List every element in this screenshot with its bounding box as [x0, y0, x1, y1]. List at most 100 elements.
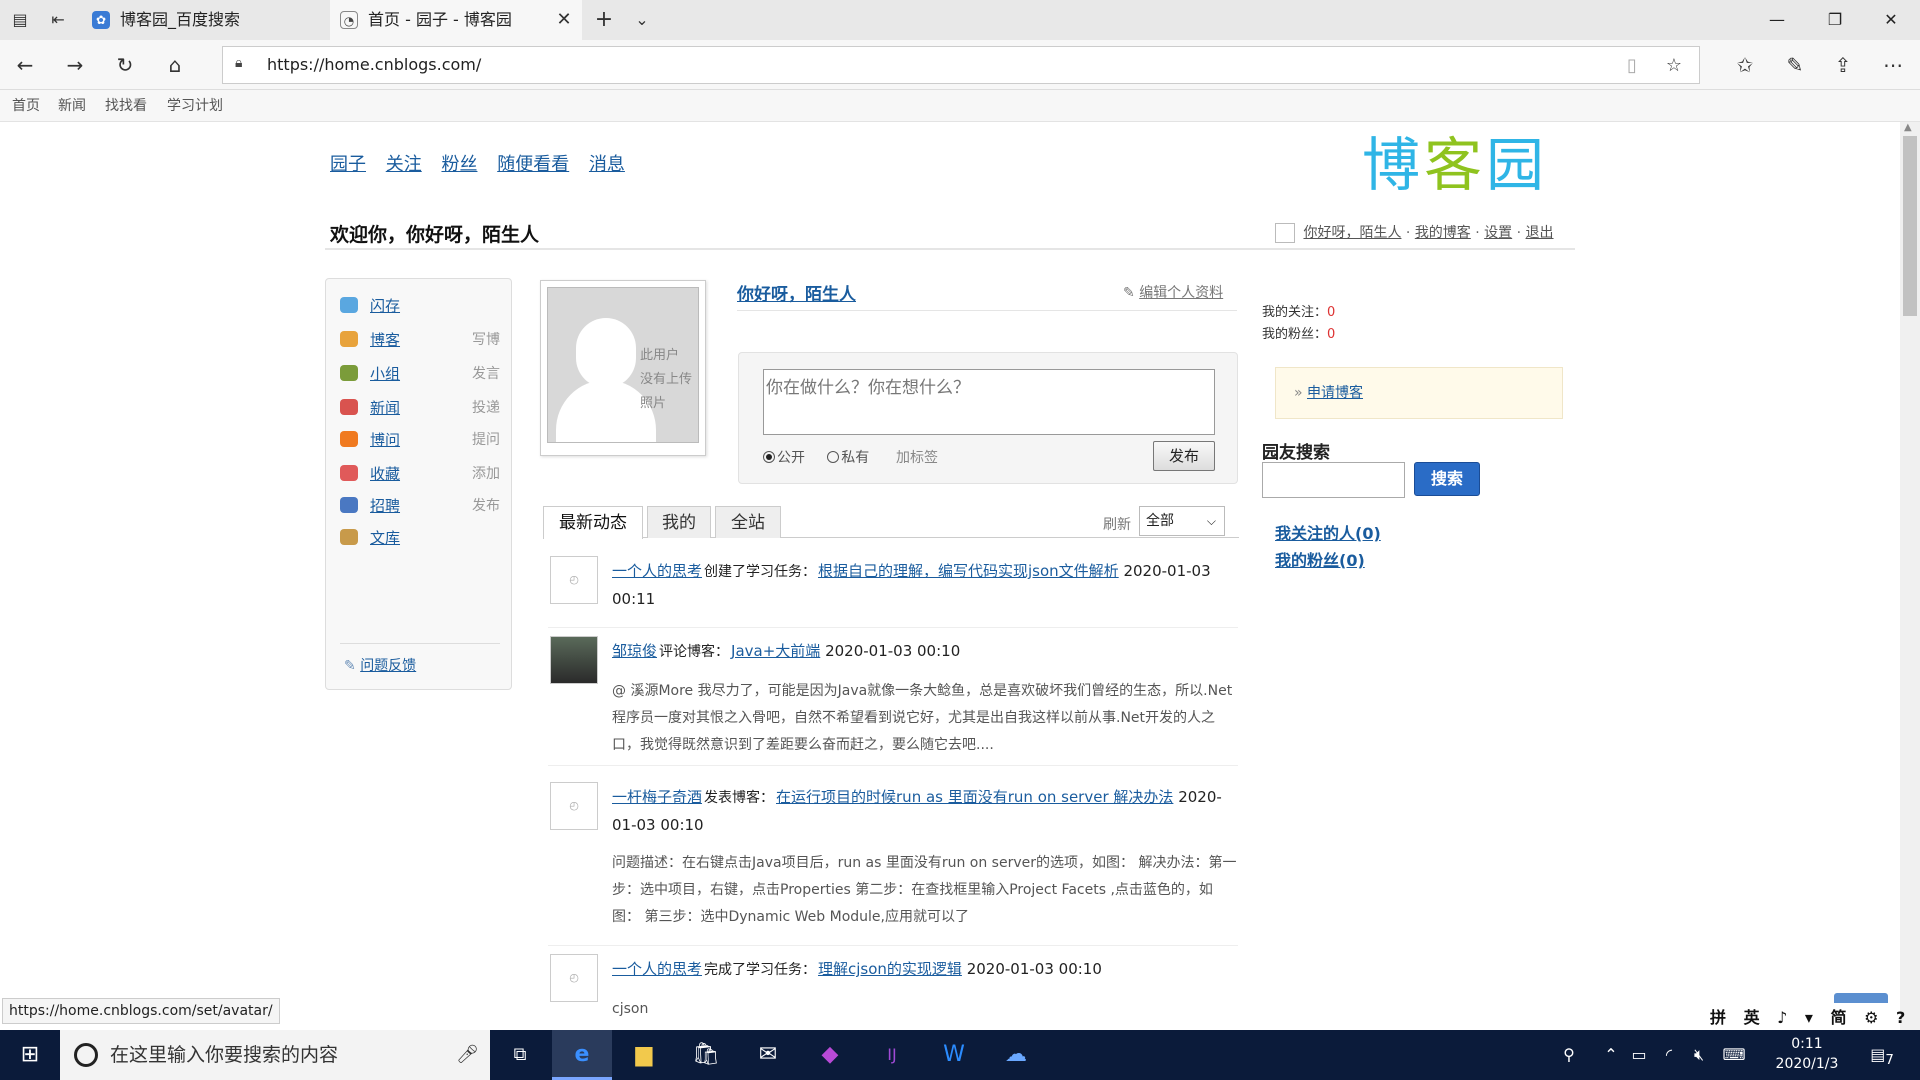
- favorites-hub-icon[interactable]: ✩: [1730, 50, 1760, 80]
- feed-target-link[interactable]: 在运行项目的时候run as 里面没有run on server 解决办法: [776, 788, 1173, 806]
- left-menu-action[interactable]: 添加: [472, 463, 500, 483]
- scrollbar-thumb[interactable]: [1903, 136, 1917, 316]
- avatar[interactable]: 此用户 没有上传 照片: [540, 280, 706, 456]
- set-aside-tabs-icon[interactable]: ⇤: [46, 8, 70, 32]
- new-tab-icon[interactable]: +: [592, 8, 616, 32]
- feed-user-link[interactable]: 一杆梅子奇酒: [612, 788, 702, 806]
- feed-target-link[interactable]: 理解cjson的实现逻辑: [818, 960, 962, 978]
- user-name-link[interactable]: 你好呀，陌生人: [1303, 225, 1401, 241]
- mail-icon[interactable]: ✉: [738, 1030, 798, 1080]
- show-hidden-icons-icon[interactable]: ⌃: [1600, 1030, 1622, 1080]
- nav-garden[interactable]: 园子: [330, 154, 366, 175]
- refresh-icon[interactable]: ↻: [110, 50, 140, 80]
- forward-arrow-icon[interactable]: →: [60, 50, 90, 80]
- address-bar[interactable]: 🔒︎ https://home.cnblogs.com/ ▯ ☆: [222, 46, 1700, 84]
- edit-profile-link[interactable]: 编辑个人资料: [1139, 285, 1223, 301]
- private-radio[interactable]: [827, 451, 840, 463]
- public-radio[interactable]: [763, 451, 775, 463]
- keyboard-icon[interactable]: ⌨: [1716, 1030, 1752, 1080]
- feedback-link[interactable]: 问题反馈: [360, 658, 416, 674]
- restore-button[interactable]: ❐: [1806, 0, 1864, 40]
- wps-word-icon[interactable]: W: [924, 1030, 984, 1080]
- left-menu-item[interactable]: 闪存: [340, 295, 500, 317]
- feed-target-link[interactable]: Java+大前端: [731, 642, 820, 660]
- file-explorer-icon[interactable]: ▆: [614, 1030, 674, 1080]
- tab-latest[interactable]: 最新动态: [543, 506, 643, 539]
- people-icon[interactable]: ⚲: [1554, 1030, 1584, 1080]
- taskbar-clock[interactable]: 0:11 2020/1/3: [1762, 1034, 1852, 1074]
- refresh-link[interactable]: 刷新: [1103, 514, 1131, 534]
- status-textarea[interactable]: 你在做什么？你在想什么？: [763, 369, 1215, 435]
- user-search-input[interactable]: [1262, 462, 1405, 498]
- close-tab-icon[interactable]: ✕: [552, 8, 576, 32]
- left-menu-action[interactable]: 提问: [472, 429, 500, 449]
- tab-actions-icon[interactable]: ▤: [8, 8, 32, 32]
- default-avatar-icon[interactable]: ◴: [550, 954, 598, 1002]
- reading-view-icon[interactable]: ▯: [1619, 53, 1645, 79]
- address-url[interactable]: https://home.cnblogs.com/: [267, 47, 481, 83]
- network-icon[interactable]: ◜: [1656, 1030, 1682, 1080]
- close-window-button[interactable]: ✕: [1862, 0, 1920, 40]
- fav-news[interactable]: 新闻: [58, 90, 86, 122]
- default-avatar-icon[interactable]: ◴: [550, 782, 598, 830]
- more-icon[interactable]: ⋯: [1878, 50, 1908, 80]
- tab-cnblogs-home[interactable]: ◔ 首页 - 园子 - 博客园: [330, 0, 582, 40]
- app-cloud-icon[interactable]: ☁: [986, 1030, 1046, 1080]
- left-menu-link[interactable]: 文库: [370, 527, 400, 548]
- publish-button[interactable]: 发布: [1153, 441, 1215, 471]
- left-menu-action[interactable]: 投递: [472, 397, 500, 417]
- cnblogs-logo[interactable]: 博客园: [1362, 130, 1572, 200]
- left-menu-link[interactable]: 新闻: [370, 397, 400, 418]
- feed-user-link[interactable]: 邹琼俊: [612, 642, 657, 660]
- fav-home[interactable]: 首页: [12, 90, 40, 122]
- apply-blog-link[interactable]: 申请博客: [1307, 385, 1363, 401]
- windows-start-icon[interactable]: ⊞: [0, 1030, 60, 1080]
- action-center-icon[interactable]: ▤7: [1862, 1030, 1902, 1080]
- my-following-link[interactable]: 我关注的人(0): [1275, 524, 1381, 543]
- nav-fans[interactable]: 粉丝: [441, 154, 477, 175]
- nav-follow[interactable]: 关注: [386, 154, 422, 175]
- feed-user-link[interactable]: 一个人的思考: [612, 562, 702, 580]
- app-purple-icon[interactable]: ◆: [800, 1030, 860, 1080]
- tab-baidu-search[interactable]: ✿ 博客园_百度搜索: [82, 0, 330, 40]
- share-icon[interactable]: ⇪: [1828, 50, 1858, 80]
- volume-muted-icon[interactable]: 🔇︎: [1686, 1030, 1712, 1080]
- left-menu-item[interactable]: 招聘 发布: [340, 495, 500, 517]
- fav-study-plan[interactable]: 学习计划: [167, 90, 223, 122]
- left-menu-item[interactable]: 收藏 添加: [340, 463, 500, 485]
- search-button[interactable]: 搜索: [1414, 462, 1480, 496]
- back-arrow-icon[interactable]: ←: [10, 50, 40, 80]
- ime-toolbar[interactable]: 拼 英 ♪ ▾ 简 ⚙ ?: [1710, 1004, 1911, 1028]
- tab-mine[interactable]: 我的: [647, 506, 711, 538]
- left-menu-item[interactable]: 文库: [340, 527, 500, 549]
- settings-link[interactable]: 设置: [1484, 225, 1512, 241]
- home-icon[interactable]: ⌂: [160, 50, 190, 80]
- left-menu-link[interactable]: 博问: [370, 429, 400, 450]
- left-menu-item[interactable]: 小组 发言: [340, 363, 500, 385]
- minimize-button[interactable]: —: [1748, 0, 1806, 40]
- back-to-top-tab[interactable]: [1834, 993, 1888, 1003]
- favorite-star-icon[interactable]: ☆: [1661, 53, 1687, 79]
- tab-all-site[interactable]: 全站: [715, 506, 781, 538]
- scroll-up-icon[interactable]: ▲: [1904, 122, 1912, 133]
- store-icon[interactable]: 🛍︎: [676, 1030, 736, 1080]
- nav-messages[interactable]: 消息: [589, 154, 625, 175]
- page-scrollbar[interactable]: ▲: [1900, 122, 1920, 1030]
- my-fans-link[interactable]: 我的粉丝(0): [1275, 551, 1365, 570]
- default-avatar-icon[interactable]: ◴: [550, 556, 598, 604]
- user-avatar[interactable]: [550, 636, 598, 684]
- logout-link[interactable]: 退出: [1526, 225, 1554, 241]
- add-tag-link[interactable]: 加标签: [896, 450, 938, 466]
- feed-user-link[interactable]: 一个人的思考: [612, 960, 702, 978]
- left-menu-action[interactable]: 发布: [472, 495, 500, 515]
- taskbar-search[interactable]: 在这里输入你要搜索的内容 🎤︎: [60, 1030, 490, 1080]
- left-menu-link[interactable]: 收藏: [370, 463, 400, 484]
- nav-browse[interactable]: 随便看看: [497, 154, 569, 175]
- left-menu-link[interactable]: 博客: [370, 329, 400, 350]
- edge-browser-icon[interactable]: e: [552, 1030, 612, 1080]
- my-blog-link[interactable]: 我的博客: [1415, 225, 1471, 241]
- left-menu-item[interactable]: 博客 写博: [340, 329, 500, 351]
- left-menu-action[interactable]: 写博: [472, 329, 500, 349]
- battery-icon[interactable]: ▭: [1626, 1030, 1652, 1080]
- task-view-icon[interactable]: ⧉: [490, 1030, 550, 1080]
